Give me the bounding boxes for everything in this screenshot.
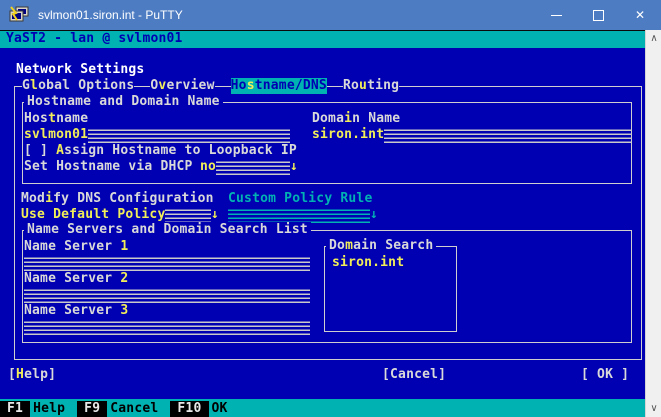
- page-title: Network Settings: [16, 62, 145, 77]
- putty-window: svlmon01.siron.int - PuTTY ✕ YaST2 - lan…: [0, 0, 661, 417]
- minimize-button[interactable]: [535, 0, 577, 30]
- fkey-f10-label: OK: [211, 400, 228, 416]
- yast-titlebar: YaST2 - lan @ svlmon01: [0, 31, 645, 48]
- name-server-3-label: Name Server 3: [24, 303, 129, 318]
- tab-bar: Global Options Overview Hostname/DNS Rou…: [22, 78, 400, 94]
- fkey-f1-label: Help: [33, 400, 66, 416]
- tab-global-options[interactable]: Global Options: [22, 78, 135, 94]
- modify-dns-select[interactable]: Use Default Policy ↓: [21, 207, 219, 223]
- hostname-label: Hostname: [24, 111, 89, 126]
- name-server-1-input[interactable]: [24, 255, 310, 271]
- dropdown-arrow-icon: ↓: [210, 207, 219, 222]
- custom-policy-select: ↓: [228, 207, 378, 223]
- dropdown-arrow-icon: ↓: [289, 159, 298, 174]
- close-icon: ✕: [634, 8, 646, 22]
- scroll-up-button[interactable]: ∧: [646, 31, 661, 46]
- ok-button[interactable]: [ OK ]: [581, 367, 629, 383]
- fkey-f1: F1: [0, 400, 31, 417]
- cancel-button[interactable]: [Cancel]: [382, 367, 446, 383]
- maximize-icon: [592, 9, 604, 21]
- window-title: svlmon01.siron.int - PuTTY: [38, 8, 183, 22]
- name-server-2-input[interactable]: [24, 287, 310, 303]
- fkey-f9: F9: [77, 400, 108, 417]
- name-server-2-label: Name Server 2: [24, 271, 129, 286]
- minimize-icon: [550, 14, 562, 16]
- function-key-bar: F1 Help F9 Cancel F10 OK: [0, 399, 645, 417]
- domain-search-entry[interactable]: siron.int: [332, 255, 404, 271]
- domain-name-input[interactable]: siron.int: [312, 127, 632, 143]
- hostname-input[interactable]: svlmon01: [24, 127, 290, 143]
- custom-policy-label: Custom Policy Rule: [228, 191, 373, 206]
- modify-dns-label: Modify DNS Configuration: [21, 191, 214, 206]
- checkbox-box: [ ]: [24, 143, 57, 158]
- maximize-button[interactable]: [577, 0, 619, 30]
- fkey-f9-label: Cancel: [110, 400, 159, 416]
- nameservers-box-title: Name Servers and Domain Search List: [24, 222, 311, 238]
- tab-routing[interactable]: Routing: [342, 78, 400, 94]
- tab-hostname-dns[interactable]: Hostname/DNS: [230, 78, 327, 94]
- terminal: YaST2 - lan @ svlmon01 Network Settings …: [0, 30, 645, 417]
- set-hostname-via-dhcp-select[interactable]: no ↓: [200, 159, 298, 175]
- tab-overview[interactable]: Overview: [150, 78, 215, 94]
- help-button[interactable]: [Help]: [8, 367, 56, 383]
- fkey-f10: F10: [170, 400, 209, 417]
- putty-titlebar[interactable]: svlmon01.siron.int - PuTTY ✕: [0, 0, 661, 30]
- putty-icon[interactable]: [8, 5, 30, 25]
- dhcp-hostname-label: Set Hostname via DHCP: [24, 159, 193, 174]
- domain-search-title: Domain Search: [326, 238, 437, 254]
- scrollbar[interactable]: ∧ ∨: [645, 30, 661, 417]
- dropdown-arrow-icon: ↓: [369, 207, 378, 222]
- domain-name-label: Domain Name: [312, 111, 401, 126]
- hostname-box-title: Hostname and Domain Name: [24, 94, 223, 110]
- name-server-3-input[interactable]: [24, 319, 310, 335]
- close-button[interactable]: ✕: [619, 0, 661, 30]
- assign-loopback-checkbox[interactable]: [ ] Assign Hostname to Loopback IP: [24, 143, 297, 159]
- name-server-1-label: Name Server 1: [24, 239, 129, 254]
- scroll-down-button[interactable]: ∨: [646, 401, 661, 416]
